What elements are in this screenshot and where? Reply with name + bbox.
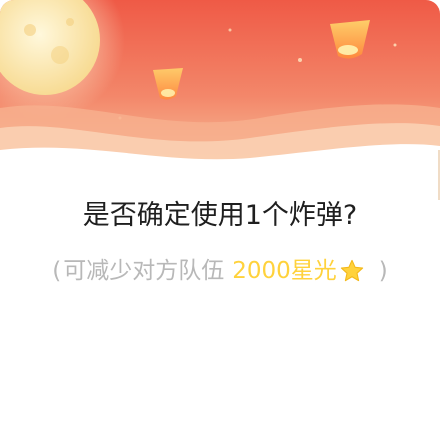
confirm-question: 是否确定使用1个炸弹?: [82, 200, 358, 231]
starlight-amount: 2000星光: [232, 258, 337, 284]
star-icon: [339, 258, 365, 284]
banner-illustration: [0, 0, 440, 175]
close-paren: ): [378, 258, 388, 284]
open-paren: (: [52, 258, 62, 284]
bomb-effect-line: ( 可减少对方队伍 2000星光 ): [0, 251, 440, 291]
bomb-confirm-dialog: 是否确定使用1个炸弹? ( 可减少对方队伍 2000星光 ): [0, 0, 440, 436]
effect-description: 可减少对方队伍: [63, 258, 225, 284]
